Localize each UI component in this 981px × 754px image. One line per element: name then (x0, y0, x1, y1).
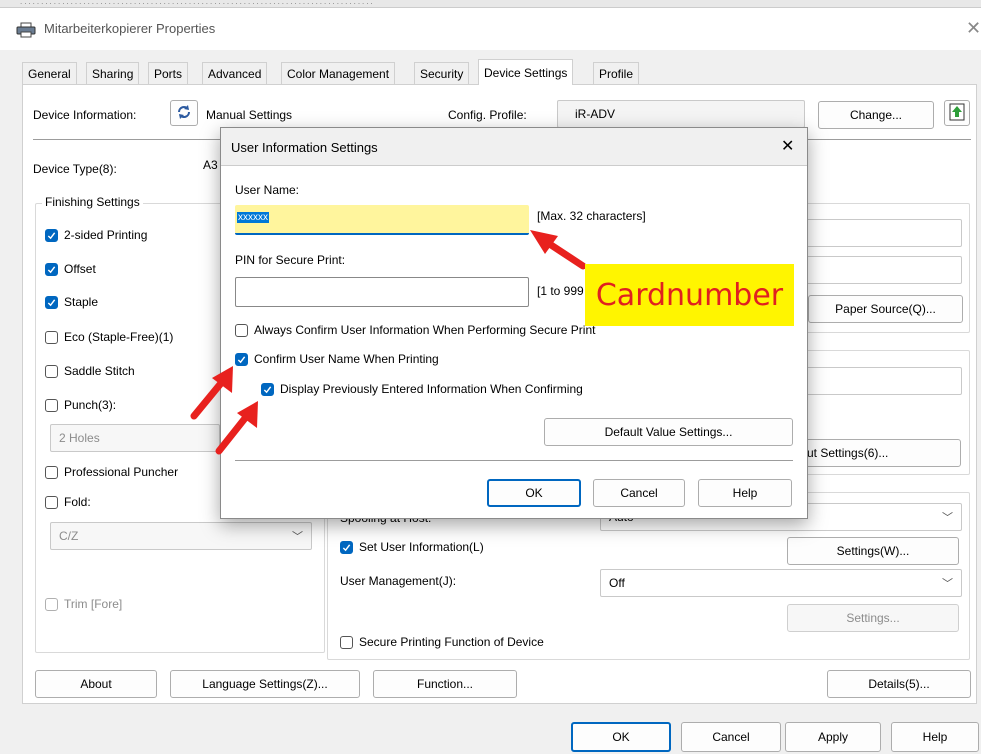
arrow-to-confirm-icon (190, 366, 233, 420)
arrow-to-display-icon (215, 401, 258, 455)
arrow-to-username-icon (530, 230, 587, 270)
cardnumber-annotation: Cardnumber (585, 264, 794, 326)
annotation-arrows (190, 230, 587, 455)
